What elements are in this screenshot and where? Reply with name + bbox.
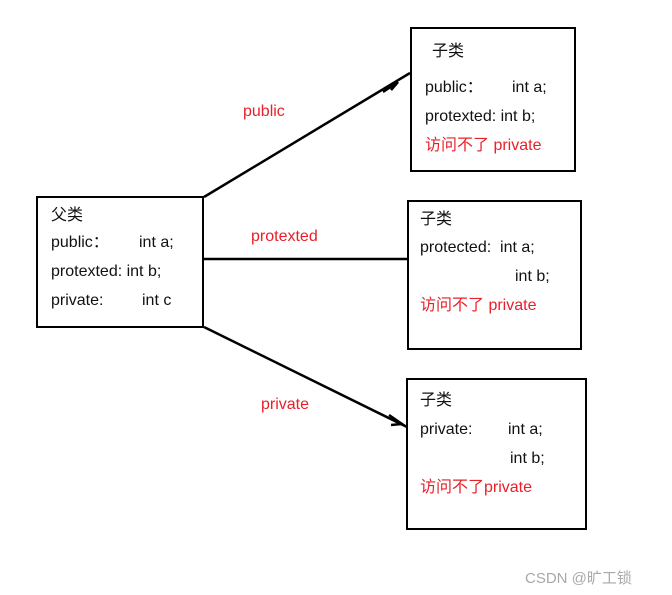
protected-edge-label: protexted: [251, 228, 318, 245]
parent-private-member: int c: [142, 292, 172, 309]
child2-protected-member-a: protected: int a;: [420, 239, 535, 256]
child1-protected-member: protexted: int b;: [425, 108, 536, 125]
child3-private-member-a: int a;: [508, 421, 543, 438]
public-edge-label: public: [243, 103, 285, 120]
child1-public-member: int a;: [512, 79, 547, 96]
watermark: CSDN @旷工锁: [525, 570, 632, 587]
parent-class-title: 父类: [51, 207, 84, 224]
child-class-private-box: 子类 private: int a; int b; 访问不了private: [406, 378, 587, 530]
child3-private-note: 访问不了private: [420, 479, 533, 496]
parent-public-label: public：: [51, 234, 109, 251]
parent-public-member: int a;: [139, 234, 174, 251]
child1-private-note: 访问不了 private: [425, 137, 542, 154]
child-class-protected-box: 子类 protected: int a; int b; 访问不了 private: [407, 200, 582, 350]
child2-title: 子类: [420, 211, 453, 228]
public-edge: [203, 71, 411, 199]
child3-private-label: private:: [420, 421, 473, 438]
child2-protected-member-b: int b;: [515, 268, 550, 285]
child1-public-label: public：: [425, 79, 483, 96]
private-edge-label: private: [261, 396, 310, 413]
parent-protected-member: protexted: int b;: [51, 263, 162, 280]
parent-class-box: 父类 public： int a; protexted: int b; priv…: [36, 196, 204, 328]
child1-title: 子类: [432, 43, 465, 60]
child3-title: 子类: [420, 392, 453, 409]
child3-private-member-b: int b;: [510, 450, 545, 467]
parent-private-label: private:: [51, 292, 104, 309]
child2-private-note: 访问不了 private: [420, 297, 537, 314]
child-class-public-box: 子类 public： int a; protexted: int b; 访问不了…: [410, 27, 576, 172]
